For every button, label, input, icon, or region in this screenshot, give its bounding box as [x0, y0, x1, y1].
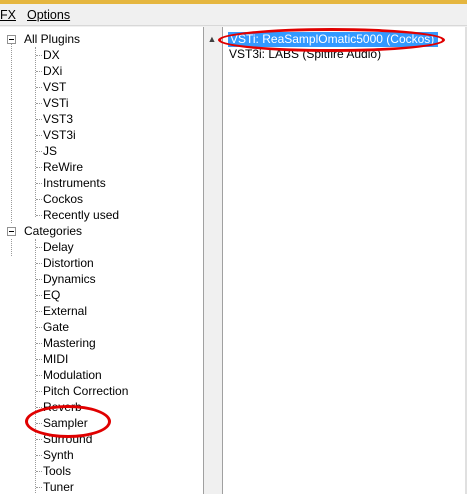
tree-line: [35, 47, 36, 217]
tree-item-tools[interactable]: Tools: [43, 463, 71, 479]
tree-item-all-plugins[interactable]: All Plugins: [24, 31, 80, 47]
tree-line: [36, 391, 42, 392]
menu-fx-label: FX: [0, 8, 16, 22]
menu-options[interactable]: Options: [27, 7, 77, 23]
tree-item-modulation[interactable]: Modulation: [43, 367, 102, 383]
tree-item-instruments[interactable]: Instruments: [43, 175, 106, 191]
tree-line: [36, 151, 42, 152]
tree-line: [36, 487, 42, 488]
plugin-category-tree[interactable]: All Plugins DX DXi VST VSTi VST3 VST3i JS ReWir…: [0, 27, 204, 494]
menu-fx[interactable]: FX: [0, 7, 18, 23]
tree-line: [36, 343, 42, 344]
tree-item-eq[interactable]: EQ: [43, 287, 60, 303]
tree-item-rewire[interactable]: ReWire: [43, 159, 83, 175]
tree-line: [36, 359, 42, 360]
tree-line: [36, 135, 42, 136]
tree-item-reverb[interactable]: Reverb: [43, 399, 82, 415]
plugin-list-item-reasamplomatic[interactable]: VSTi: ReaSamplOmatic5000 (Cockos): [228, 32, 439, 47]
tree-line: [36, 311, 42, 312]
tree-item-midi[interactable]: MIDI: [43, 351, 68, 367]
tree-line: [36, 423, 42, 424]
categories-collapse-icon[interactable]: [7, 227, 16, 236]
tree-line: [36, 87, 42, 88]
tree-line: [36, 295, 42, 296]
tree-line: [36, 263, 42, 264]
tree-line: [36, 55, 42, 56]
tree-item-recently-used[interactable]: Recently used: [43, 207, 119, 223]
tree-item-dynamics[interactable]: Dynamics: [43, 271, 96, 287]
tree-item-tuner[interactable]: Tuner: [43, 479, 74, 494]
tree-item-distortion[interactable]: Distortion: [43, 255, 94, 271]
tree-line: [36, 103, 42, 104]
all-plugins-collapse-icon[interactable]: [7, 35, 16, 44]
tree-line: [36, 375, 42, 376]
menu-options-label: Options: [27, 8, 71, 22]
tree-line: [36, 167, 42, 168]
tree-line: [36, 455, 42, 456]
tree-item-cockos[interactable]: Cockos: [43, 191, 83, 207]
menu-bar: FX Options: [0, 4, 467, 26]
tree-item-sampler[interactable]: Sampler: [43, 415, 88, 431]
tree-line: [11, 239, 12, 256]
tree-item-vst3[interactable]: VST3: [43, 111, 73, 127]
tree-line: [36, 215, 42, 216]
tree-item-surround[interactable]: Surround: [43, 431, 92, 447]
tree-item-vst[interactable]: VST: [43, 79, 66, 95]
tree-line: [11, 43, 12, 223]
scroll-up-arrow-icon[interactable]: ▲: [204, 32, 220, 46]
tree-item-mastering[interactable]: Mastering: [43, 335, 96, 351]
tree-line: [36, 471, 42, 472]
tree-line: [36, 247, 42, 248]
tree-line: [36, 279, 42, 280]
tree-item-vsti[interactable]: VSTi: [43, 95, 69, 111]
tree-scrollbar[interactable]: [204, 27, 222, 494]
tree-item-dxi[interactable]: DXi: [43, 63, 62, 79]
plugin-list-item-labs[interactable]: VST3i: LABS (Spitfire Audio): [229, 47, 381, 62]
tree-item-gate[interactable]: Gate: [43, 319, 69, 335]
tree-item-js[interactable]: JS: [43, 143, 57, 159]
tree-item-dx[interactable]: DX: [43, 47, 60, 63]
tree-line: [36, 71, 42, 72]
tree-line: [36, 327, 42, 328]
tree-item-external[interactable]: External: [43, 303, 87, 319]
tree-line: [36, 199, 42, 200]
tree-item-synth[interactable]: Synth: [43, 447, 74, 463]
tree-line: [36, 439, 42, 440]
tree-item-vst3i[interactable]: VST3i: [43, 127, 76, 143]
tree-item-categories[interactable]: Categories: [24, 223, 82, 239]
plugin-list[interactable]: VSTi: ReaSamplOmatic5000 (Cockos) VST3i:…: [222, 27, 467, 494]
tree-item-pitch-correction[interactable]: Pitch Correction: [43, 383, 128, 399]
tree-item-delay[interactable]: Delay: [43, 239, 74, 255]
tree-line: [36, 183, 42, 184]
tree-line: [36, 119, 42, 120]
tree-line: [36, 407, 42, 408]
